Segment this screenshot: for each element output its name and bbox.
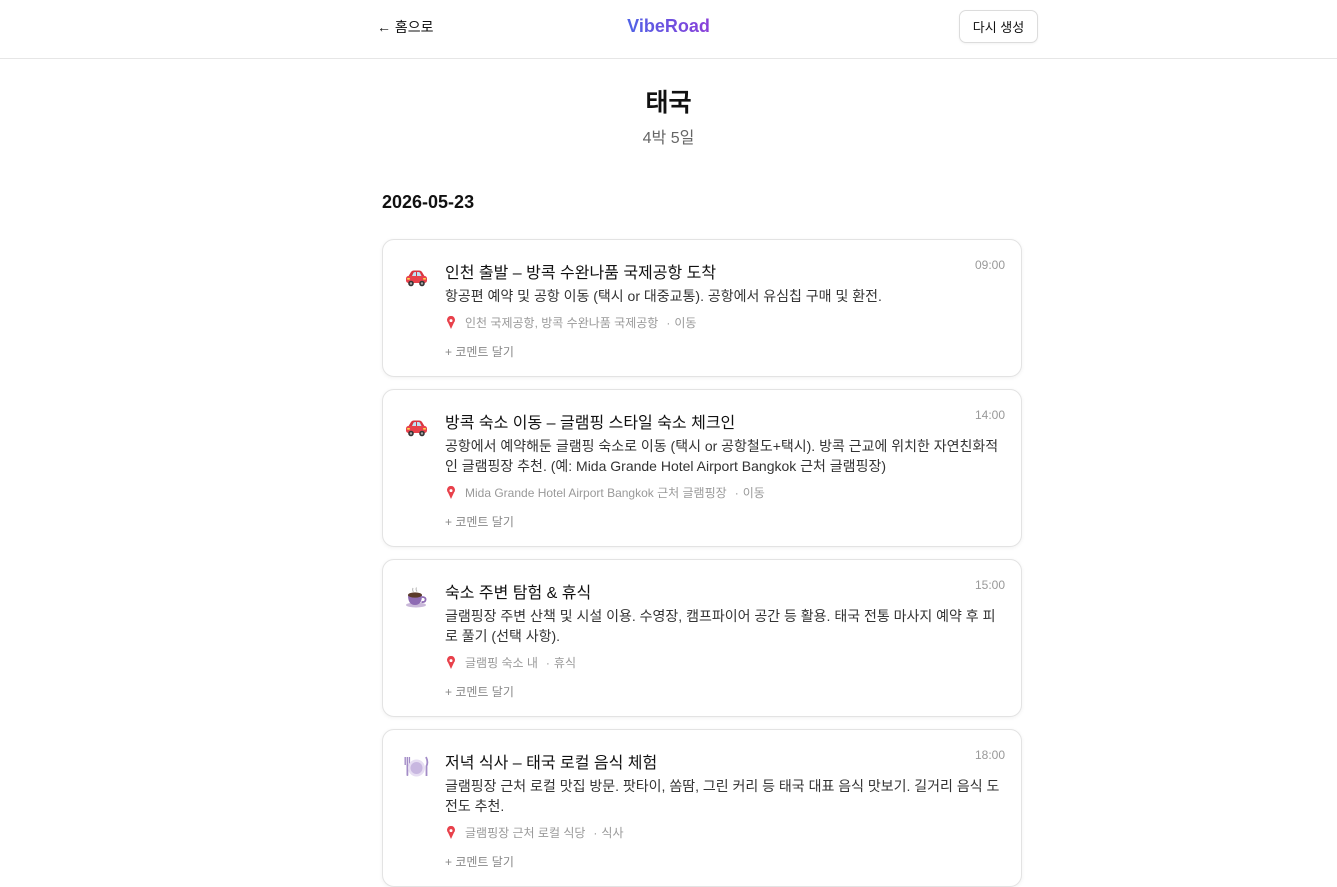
activity-location: Mida Grande Hotel Airport Bangkok 근처 글램핑… xyxy=(465,486,727,500)
day-date: 2026-05-23 xyxy=(382,192,475,212)
activity-time: 09:00 xyxy=(974,258,1005,272)
map-pin-icon xyxy=(445,485,457,500)
activity-category: 이동 xyxy=(674,316,697,330)
activity-title: 저녁 식사 – 태국 로컬 음식 체험 xyxy=(445,755,658,772)
activity-title: 인천 출발 – 방콕 수완나품 국제공항 도착 xyxy=(445,265,717,282)
activity-category: 식사 xyxy=(601,826,624,840)
activity-title: 숙소 주변 탐험 & 휴식 xyxy=(445,585,592,602)
car-icon xyxy=(403,414,429,440)
coffee-cup-icon xyxy=(403,584,429,610)
add-comment-button[interactable]: + 코멘트 달기 xyxy=(445,683,514,700)
activity-category: 이동 xyxy=(742,486,765,500)
trip-duration: 4박 5일 xyxy=(642,130,695,147)
activity-card: 저녁 식사 – 태국 로컬 음식 체험 18:00 글램핑장 근처 로컬 맛집 … xyxy=(382,729,1022,887)
activity-description: 항공편 예약 및 공항 이동 (택시 or 대중교통). 공항에서 유심칩 구매… xyxy=(445,288,882,304)
activity-card: 방콕 숙소 이동 – 글램핑 스타일 숙소 체크인 14:00 공항에서 예약해… xyxy=(382,389,1022,547)
activity-location: 글램핑 숙소 내 xyxy=(465,656,538,670)
activity-location-row: 글램핑 숙소 내 · 휴식 xyxy=(445,654,576,671)
activity-time: 18:00 xyxy=(974,748,1005,762)
map-pin-icon xyxy=(445,315,457,330)
activity-location-row: Mida Grande Hotel Airport Bangkok 근처 글램핑… xyxy=(445,484,765,501)
activity-description: 글램핑장 근처 로컬 맛집 방문. 팟타이, 쏨땀, 그린 커리 등 태국 대표… xyxy=(445,778,1000,814)
trip-title: 태국 xyxy=(645,89,692,117)
activity-time: 14:00 xyxy=(974,408,1005,422)
activity-location-row: 인천 국제공항, 방콕 수완나품 국제공항 · 이동 xyxy=(445,314,696,331)
brand-text: VibeRoad xyxy=(627,16,710,36)
activity-category: 휴식 xyxy=(553,656,577,670)
map-pin-icon xyxy=(445,825,457,840)
car-icon xyxy=(403,264,429,290)
activity-card: 숙소 주변 탐험 & 휴식 15:00 글램핑장 주변 산책 및 시설 이용. … xyxy=(382,559,1022,717)
activity-description: 글램핑장 주변 산책 및 시설 이용. 수영장, 캠프파이어 공간 등 활용. … xyxy=(445,608,996,644)
activity-location: 인천 국제공항, 방콕 수완나품 국제공항 xyxy=(465,316,659,330)
back-home-link[interactable]: ← 홈으로 xyxy=(377,17,434,37)
separator-dot: · xyxy=(734,485,739,500)
activity-location: 글램핑장 근처 로컬 식당 xyxy=(465,826,586,840)
activity-location-row: 글램핑장 근처 로컬 식당 · 식사 xyxy=(445,824,624,841)
activity-card: 인천 출발 – 방콕 수완나품 국제공항 도착 09:00 항공편 예약 및 공… xyxy=(382,239,1022,377)
brand-logo: VibeRoad xyxy=(0,16,1337,37)
separator-dot: · xyxy=(593,825,598,840)
activity-title: 방콕 숙소 이동 – 글램핑 스타일 숙소 체크인 xyxy=(445,415,736,432)
add-comment-button[interactable]: + 코멘트 달기 xyxy=(445,513,514,530)
regenerate-button[interactable]: 다시 생성 xyxy=(959,10,1038,43)
separator-dot: · xyxy=(545,655,550,670)
add-comment-button[interactable]: + 코멘트 달기 xyxy=(445,343,514,360)
activity-description: 공항에서 예약해둔 글램핑 숙소로 이동 (택시 or 공항철도+택시). 방콕… xyxy=(445,438,999,474)
top-bar: ← 홈으로 VibeRoad 다시 생성 xyxy=(0,0,1337,59)
add-comment-button[interactable]: + 코멘트 달기 xyxy=(445,853,514,870)
separator-dot: · xyxy=(666,315,671,330)
map-pin-icon xyxy=(445,655,457,670)
plate-cutlery-icon xyxy=(403,754,429,780)
activity-time: 15:00 xyxy=(974,578,1005,592)
